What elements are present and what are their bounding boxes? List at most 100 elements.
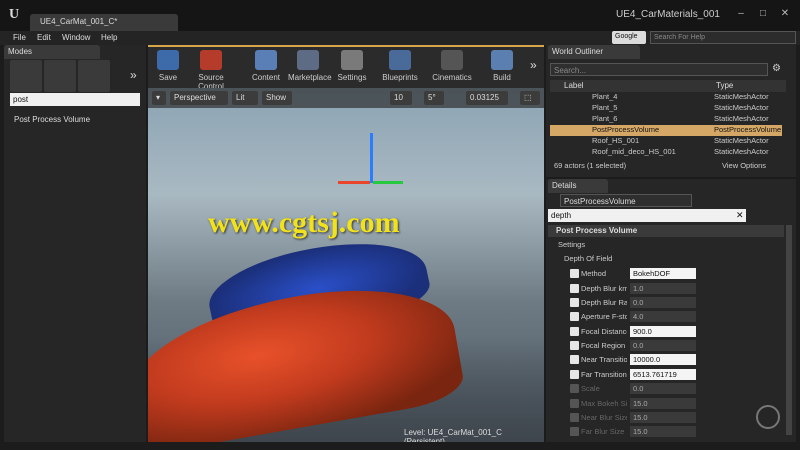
clear-search-icon[interactable]: ✕	[736, 210, 744, 221]
menu-help[interactable]: Help	[101, 33, 117, 42]
angle-snap-value[interactable]: 5°	[424, 91, 444, 105]
viewport-menu-icon[interactable]: ▾	[152, 91, 166, 105]
outliner-row[interactable]: Plant_5 StaticMeshActor	[550, 103, 782, 114]
blueprints-button[interactable]: Blueprints	[380, 50, 420, 82]
content-button[interactable]: Content	[246, 50, 286, 82]
property-row: Near Transition 10000.0	[556, 353, 784, 367]
world-outliner-tab[interactable]: World Outliner	[548, 45, 640, 59]
modes-search-input[interactable]: post	[10, 93, 140, 106]
details-tab[interactable]: Details	[548, 179, 608, 193]
gizmo-x-axis[interactable]	[338, 181, 370, 184]
cinematics-button[interactable]: Cinematics	[430, 50, 474, 82]
scale-snap-value[interactable]: 0.03125	[466, 91, 508, 105]
override-checkbox[interactable]	[570, 312, 579, 321]
help-source-dropdown[interactable]: Google	[612, 31, 646, 44]
landscape-mode-icon[interactable]	[78, 60, 110, 92]
override-checkbox[interactable]	[570, 269, 579, 278]
close-icon[interactable]: ✕	[776, 8, 794, 20]
build-button[interactable]: Build	[482, 50, 522, 82]
property-row: Far Transition 6513.761719	[556, 368, 784, 382]
save-button[interactable]: Save	[148, 50, 188, 82]
level-viewport[interactable]: www.cgtsj.com ▾ Perspective Lit Show 10 …	[148, 88, 544, 442]
modes-tab[interactable]: Modes	[4, 45, 100, 59]
method-dropdown[interactable]: BokehDOF	[630, 268, 696, 279]
override-checkbox[interactable]	[570, 284, 579, 293]
property-row: Near Blur Size 15.0	[556, 411, 784, 425]
toolbar-overflow-icon[interactable]: »	[530, 58, 537, 72]
marketplace-button[interactable]: Marketplace	[288, 50, 332, 82]
gizmo-y-axis[interactable]	[373, 181, 403, 184]
details-search-input[interactable]: depth	[548, 209, 746, 222]
gizmo-z-axis[interactable]	[370, 133, 373, 183]
source-control-button[interactable]: Source Control	[190, 50, 232, 91]
property-row: Depth Blur Rad0.0	[556, 296, 784, 310]
override-checkbox[interactable]	[570, 384, 579, 393]
type-column-header[interactable]: Type	[716, 81, 733, 90]
outliner-search-input[interactable]: Search...	[550, 63, 768, 76]
outliner-footer: 69 actors (1 selected) View Options	[550, 160, 786, 172]
outliner-row[interactable]: Roof_mid_deco_HS_001 StaticMeshActor	[550, 147, 782, 158]
outliner-row[interactable]: Plant_6 StaticMeshActor	[550, 114, 782, 125]
content-icon	[255, 50, 277, 70]
override-checkbox[interactable]	[570, 327, 579, 336]
minimize-icon[interactable]: –	[732, 8, 750, 20]
actor-count: 69 actors (1 selected)	[554, 161, 627, 170]
override-checkbox[interactable]	[570, 298, 579, 307]
perspective-button[interactable]: Perspective	[170, 91, 228, 105]
override-checkbox[interactable]	[570, 399, 579, 408]
build-icon	[491, 50, 513, 70]
blueprints-icon	[389, 50, 411, 70]
menu-edit[interactable]: Edit	[37, 33, 51, 42]
outliner-header: Label Type	[550, 80, 786, 92]
override-checkbox[interactable]	[570, 370, 579, 379]
post-process-volume-item[interactable]: Post Process Volume	[14, 115, 140, 131]
show-button[interactable]: Show	[262, 91, 292, 105]
level-label: Level: UE4_CarMat_001_C (Persistent)	[404, 428, 502, 442]
lit-button[interactable]: Lit	[232, 91, 258, 105]
details-scrollbar[interactable]	[786, 225, 792, 435]
label-column-header[interactable]: Label	[564, 81, 584, 90]
maximize-viewport-icon[interactable]: ⬚	[520, 91, 540, 105]
settings-section[interactable]: Settings	[558, 240, 585, 249]
marketplace-icon	[297, 50, 319, 70]
chevron-right-icon[interactable]: »	[130, 68, 137, 82]
source-control-icon	[200, 50, 222, 70]
settings-button[interactable]: Settings	[332, 50, 372, 82]
property-row: Focal Distance 900.0	[556, 325, 784, 339]
place-mode-icon[interactable]	[10, 60, 42, 92]
help-search-input[interactable]: Search For Help	[650, 31, 796, 44]
property-row: Scale 0.0	[556, 382, 784, 396]
save-icon	[157, 50, 179, 70]
property-row: Focal Region 0.0	[556, 339, 784, 353]
unreal-editor: U UE4_CarMat_001_C* UE4_CarMaterials_001…	[0, 0, 800, 450]
outliner-row-selected[interactable]: PostProcessVolume PostProcessVolume	[550, 125, 782, 136]
maximize-icon[interactable]: □	[754, 8, 772, 20]
override-checkbox[interactable]	[570, 355, 579, 364]
property-row: Far Blur Size 15.0	[556, 425, 784, 439]
override-checkbox[interactable]	[570, 413, 579, 422]
watermark: www.cgtsj.com	[208, 206, 400, 239]
play-icon[interactable]	[756, 405, 780, 429]
cinematics-icon	[441, 50, 463, 70]
outliner-row[interactable]: Roof_HS_001 StaticMeshActor	[550, 136, 782, 147]
gear-icon	[341, 50, 363, 70]
outliner-row[interactable]: Plant_4 StaticMeshActor	[550, 92, 782, 103]
property-row: Method BokehDOF	[556, 267, 784, 281]
project-name: UE4_CarMaterials_001	[616, 9, 720, 20]
settings-icon[interactable]: ⚙	[772, 63, 781, 74]
actor-name-field[interactable]: PostProcessVolume	[560, 194, 692, 207]
property-row: Max Bokeh Siz 15.0	[556, 397, 784, 411]
property-row: Depth Blur km 1.0	[556, 282, 784, 296]
post-process-category[interactable]: Post Process Volume	[548, 225, 784, 237]
document-tab[interactable]: UE4_CarMat_001_C*	[30, 14, 178, 31]
grid-snap-value[interactable]: 10	[390, 91, 412, 105]
override-checkbox[interactable]	[570, 427, 579, 436]
paint-mode-icon[interactable]	[44, 60, 76, 92]
depth-of-field-section[interactable]: Depth Of Field	[564, 254, 612, 263]
property-row: Aperture F-sto 4.0	[556, 310, 784, 324]
view-options-button[interactable]: View Options	[722, 161, 766, 170]
override-checkbox[interactable]	[570, 341, 579, 350]
menu-file[interactable]: File	[13, 33, 26, 42]
unreal-logo-icon: U	[8, 7, 20, 22]
menu-window[interactable]: Window	[62, 33, 90, 42]
